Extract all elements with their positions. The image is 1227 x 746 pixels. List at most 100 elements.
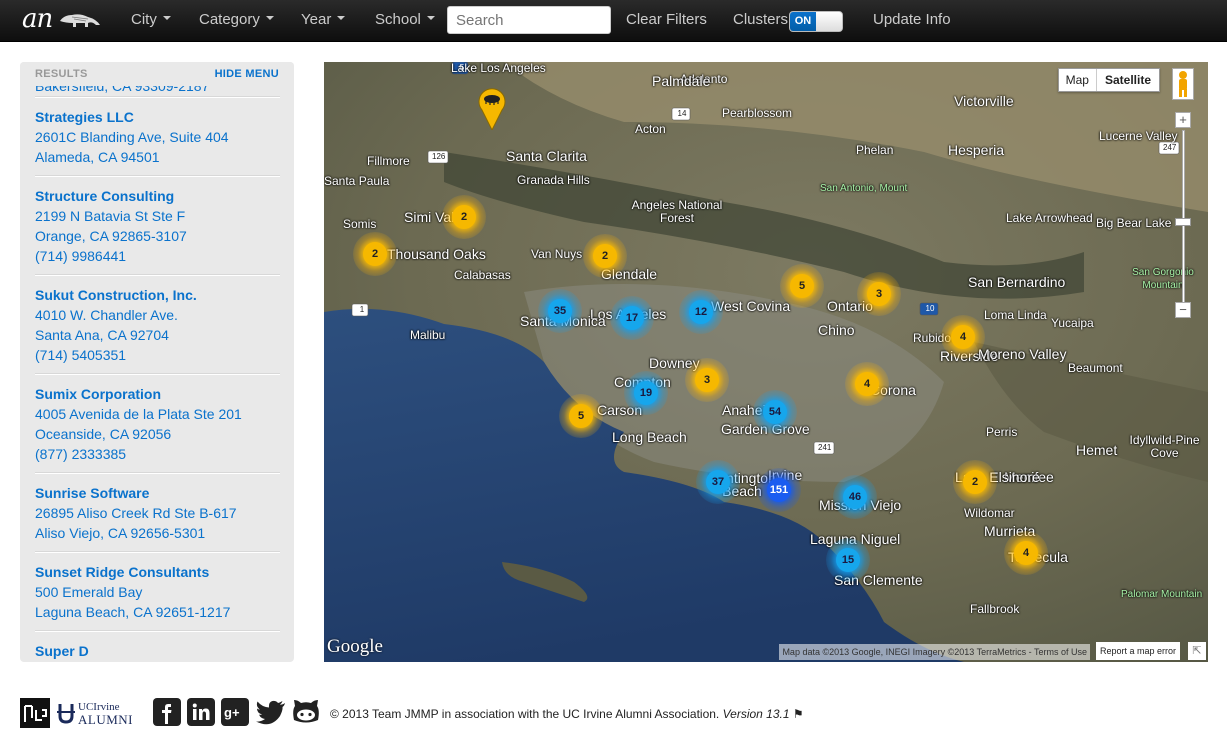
results-label: RESULTS [35,68,88,80]
facebook-icon[interactable] [153,698,181,726]
map-cluster-marker[interactable]: 35 [538,289,582,333]
flag-icon[interactable]: ⚑ [793,707,804,721]
result-name-link[interactable]: Sumix Corporation [35,384,280,404]
github-icon[interactable] [291,698,321,726]
google-logo[interactable]: Google [327,636,383,658]
expand-icon[interactable]: ⇱ [1188,642,1206,660]
result-name-link[interactable]: Structure Consulting [35,186,280,206]
chevron-down-icon [426,16,435,21]
zoom-in-button[interactable]: + [1175,112,1191,128]
results-list[interactable]: Bakersfield, CA 93309-2187 Strategies LL… [35,78,280,662]
result-list-item[interactable]: Sunrise Software 26895 Aliso Creek Rd Ste… [35,473,280,551]
result-list-item[interactable]: Strategies LLC 2601C Blanding Ave, Suite … [35,97,280,175]
result-name-link[interactable]: Sukut Construction, Inc. [35,285,280,305]
highway-shield-label: 241 [818,443,832,452]
map-cluster-marker[interactable]: 151 [757,468,801,512]
cluster-count: 15 [836,548,860,572]
clusters-toggle[interactable]: ON [789,11,843,32]
chevron-down-icon [162,16,171,21]
category-menu[interactable]: Category [199,0,274,42]
map-place-label: Perris [986,425,1018,439]
zoom-slider-handle[interactable] [1175,218,1191,226]
clear-filters-button[interactable]: Clear Filters [626,0,707,42]
result-list-item[interactable]: Sukut Construction, Inc. 4010 W. Chandler… [35,275,280,373]
map-cluster-marker[interactable]: 37 [696,460,740,504]
result-detail-line: Laguna Beach, CA 92651-1217 [35,604,231,620]
map-cluster-marker[interactable]: 5 [559,394,603,438]
result-list-item[interactable]: Sunset Ridge Consultants 500 Emerald Bay L… [35,552,280,630]
map-cluster-marker[interactable]: 17 [610,296,654,340]
linkedin-icon[interactable] [187,698,215,726]
map-cluster-marker[interactable]: 3 [685,358,729,402]
map-place-label: Moreno Valley [978,346,1067,362]
result-list-item[interactable]: Super D [35,631,280,662]
cluster-count: 2 [452,205,476,229]
report-map-error-link[interactable]: Report a map error [1095,642,1180,660]
map-attribution[interactable]: Map data ©2013 Google, INEGI Imagery ©20… [779,644,1090,660]
map-type-satellite-button[interactable]: Satellite [1095,69,1159,91]
brand-text: an [22,4,53,34]
map-cluster-marker[interactable]: 2 [353,232,397,276]
map-cluster-marker[interactable]: 46 [833,475,877,519]
map-place-label: Somis [343,217,377,231]
map-place-label: Hemet [1076,442,1118,458]
result-detail-line: 4005 Avenida de la Plata Ste 201 [35,406,242,422]
result-name-link[interactable]: Strategies LLC [35,107,280,127]
map-cluster-marker[interactable]: 2 [442,195,486,239]
version-label: Version 13.1 [722,707,790,721]
map-cluster-marker[interactable]: 4 [1004,531,1048,575]
school-menu[interactable]: School [375,0,435,42]
map-cluster-marker[interactable]: 4 [941,315,985,359]
city-menu[interactable]: City [131,0,171,42]
search-input[interactable] [447,6,611,34]
map-cluster-marker[interactable]: 2 [953,460,997,504]
team-logo-icon[interactable] [20,698,50,728]
result-list-item[interactable]: Sumix Corporation 4005 Avenida de la Plat… [35,374,280,472]
twitter-icon[interactable] [255,698,287,726]
map-cluster-marker[interactable]: 5 [780,264,824,308]
result-list-item[interactable]: Structure Consulting 2199 N Batavia St St… [35,176,280,274]
map-cluster-marker[interactable]: 19 [624,371,668,415]
map-place-label: Yucaipa [1051,316,1094,330]
result-detail-line: 500 Emerald Bay [35,584,143,600]
zoom-out-button[interactable]: − [1175,302,1191,318]
result-detail-line: Aliso Viejo, CA 92656-5301 [35,525,206,541]
map-cluster-marker[interactable]: 3 [857,272,901,316]
map-place-label: Big Bear Lake [1096,216,1172,230]
result-name-link[interactable]: Sunset Ridge Consultants [35,562,280,582]
clusters-label: Clusters [733,11,789,28]
map-cluster-marker[interactable]: 15 [826,538,870,582]
chevron-down-icon [265,16,274,21]
result-name-link[interactable]: Super D [35,641,280,661]
street-view-pegman-icon[interactable] [1172,68,1194,100]
cluster-count: 54 [763,400,787,424]
map-type-map-button[interactable]: Map [1059,69,1096,91]
cluster-count: 2 [593,244,617,268]
cluster-count: 2 [363,242,387,266]
map-cluster-marker[interactable]: 2 [583,234,627,278]
cluster-count: 12 [689,300,713,324]
update-info-button[interactable]: Update Info [873,0,951,42]
result-detail-line: 26895 Aliso Creek Rd Ste B-617 [35,505,237,521]
google-plus-icon[interactable]: g+ [221,698,249,726]
map-cluster-marker[interactable]: 54 [753,390,797,434]
map-cluster-marker[interactable]: 12 [679,290,723,334]
hide-menu-button[interactable]: HIDE MENU [215,68,279,80]
map-cluster-marker[interactable]: 4 [845,362,889,406]
highway-shield-label: 14 [677,109,687,118]
cluster-count: 37 [706,470,730,494]
uci-alumni-logo[interactable]: UCIrvine ALUMNI [56,698,146,728]
map-place-label: Loma Linda [984,308,1047,322]
map-view[interactable]: Lake Los Angeles Adelanto Palmdale Victorvi… [324,62,1208,662]
map-place-label: Hesperia [948,142,1005,158]
svg-text:g+: g+ [224,705,240,720]
result-detail-line: Oceanside, CA 92056 [35,426,172,442]
map-place-label: Thousand Oaks [387,246,486,262]
year-menu[interactable]: Year [301,0,346,42]
map-pin-icon[interactable] [478,86,506,130]
result-detail-line: Orange, CA 92865-3107 [35,228,187,244]
brand-logo[interactable]: an [22,4,108,34]
result-name-link[interactable]: Sunrise Software [35,483,280,503]
results-sidebar: RESULTS HIDE MENU Bakersfield, CA 93309-… [20,62,294,662]
map-place-label: Santa Clarita [506,148,587,164]
